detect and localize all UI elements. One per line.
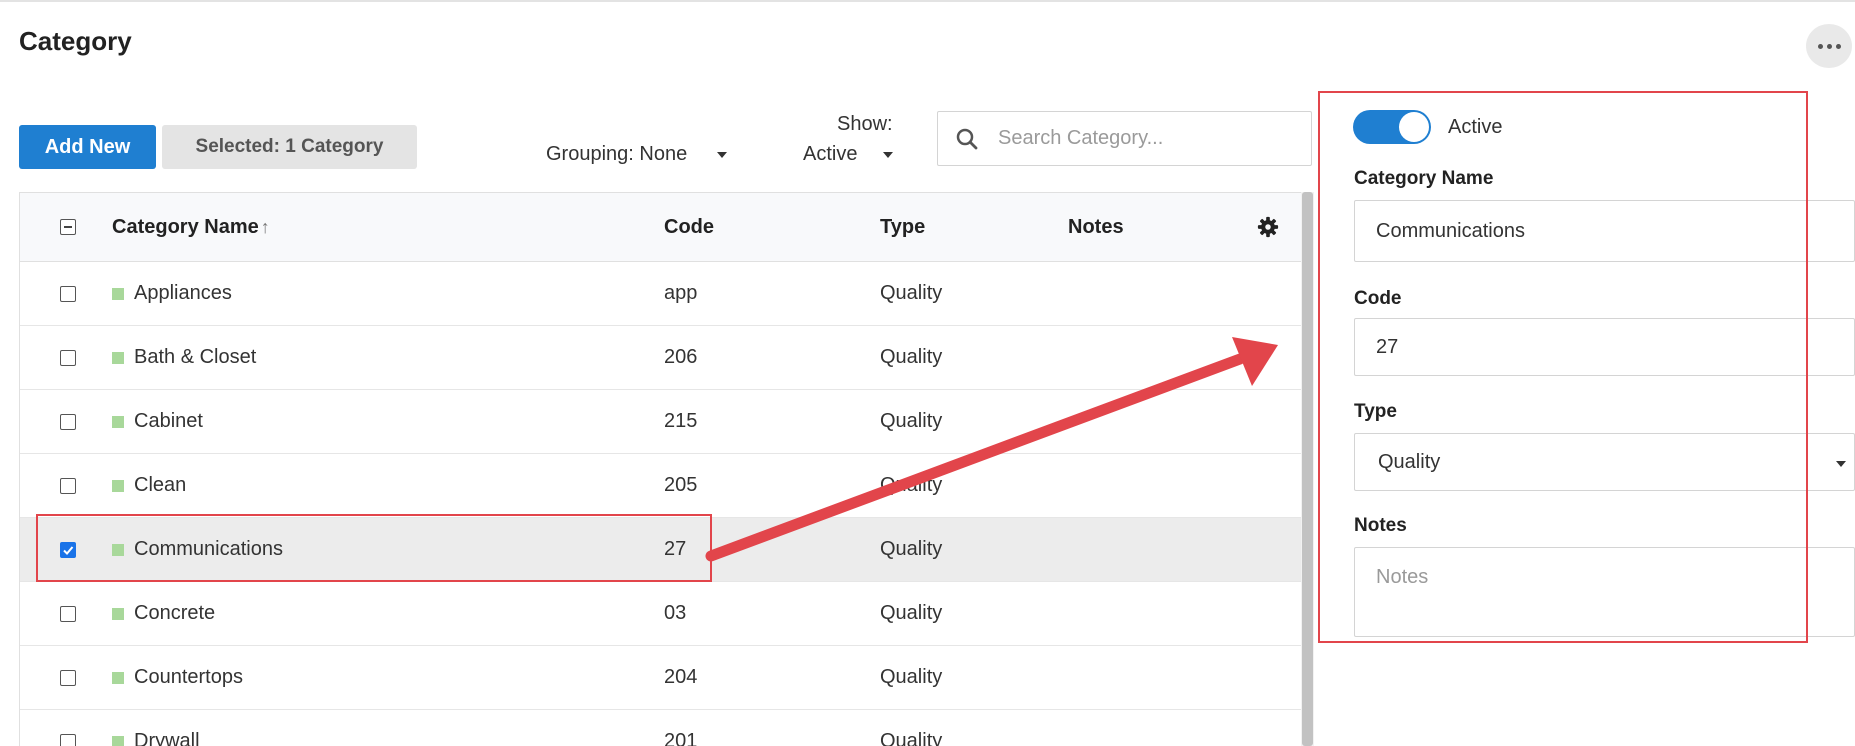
annotation-arrow xyxy=(705,337,1278,562)
